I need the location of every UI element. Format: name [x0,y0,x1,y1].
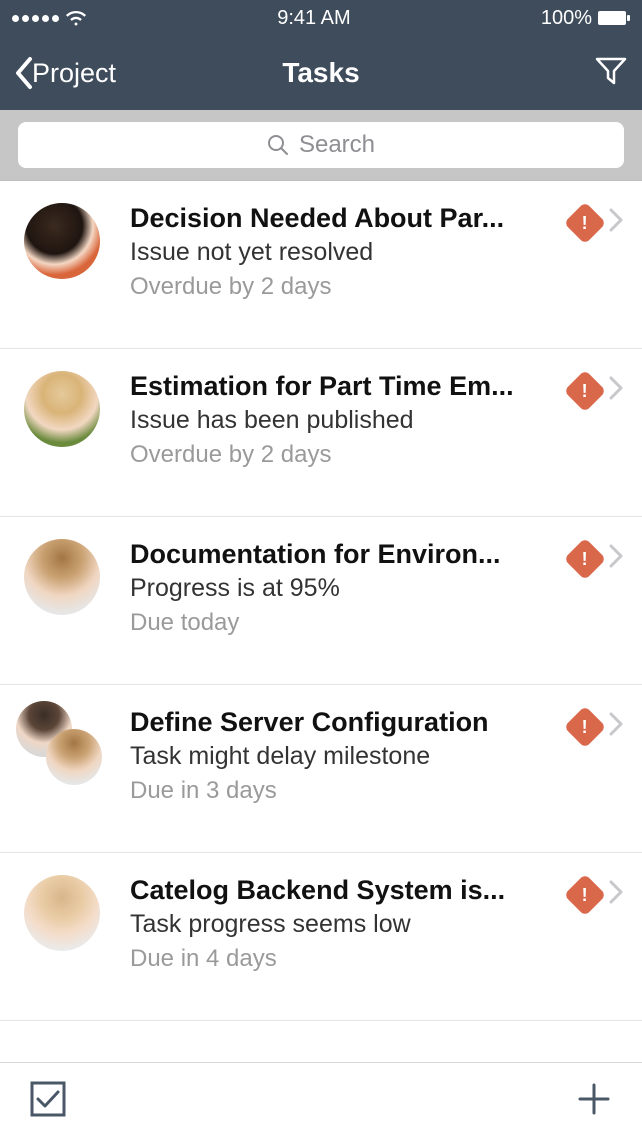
nav-bar: Project Tasks [0,36,642,110]
task-row[interactable]: Documentation for Environ... Progress is … [0,517,642,685]
task-row[interactable]: Define Server Configuration Task might de… [0,685,642,853]
task-meta: Due in 3 days [130,777,560,805]
search-input[interactable]: Search [18,122,624,168]
task-right: ! [570,371,624,406]
alert-icon: ! [564,537,606,579]
task-content: Catelog Backend System is... Task progres… [130,875,560,973]
task-content: Decision Needed About Par... Issue not ye… [130,203,560,301]
chevron-right-icon [608,879,624,910]
page-title: Tasks [282,57,359,89]
avatar [24,707,100,783]
chevron-right-icon [608,543,624,574]
back-button[interactable]: Project [14,56,116,90]
task-subtitle: Issue has been published [130,406,560,435]
alert-icon: ! [564,201,606,243]
search-placeholder: Search [299,131,375,159]
task-right: ! [570,875,624,910]
filter-button[interactable] [594,54,628,93]
task-subtitle: Progress is at 95% [130,574,560,603]
add-button[interactable] [574,1079,614,1124]
alert-icon: ! [564,705,606,747]
task-title: Documentation for Environ... [130,539,560,570]
task-meta: Overdue by 2 days [130,273,560,301]
checklist-button[interactable] [28,1079,68,1124]
task-content: Documentation for Environ... Progress is … [130,539,560,637]
plus-icon [574,1079,614,1119]
alert-icon: ! [564,369,606,411]
task-meta: Overdue by 2 days [130,441,560,469]
avatar [24,875,100,951]
avatar [24,203,100,279]
search-bar-container: Search [0,110,642,181]
filter-icon [594,54,628,88]
task-right: ! [570,539,624,574]
status-left [12,10,87,26]
status-right: 100% [541,7,630,30]
search-icon [267,134,289,156]
back-label: Project [32,58,116,89]
chevron-right-icon [608,375,624,406]
chevron-right-icon [608,711,624,742]
task-title: Define Server Configuration [130,707,560,738]
task-meta: Due in 4 days [130,945,560,973]
task-subtitle: Task might delay milestone [130,742,560,771]
task-meta: Due today [130,609,560,637]
checkbox-icon [28,1079,68,1119]
task-list: Decision Needed About Par... Issue not ye… [0,181,642,1021]
signal-dots-icon [12,15,59,22]
task-row[interactable]: Estimation for Part Time Em... Issue has … [0,349,642,517]
wifi-icon [65,10,87,26]
task-title: Catelog Backend System is... [130,875,560,906]
task-content: Define Server Configuration Task might de… [130,707,560,805]
battery-percent: 100% [541,7,592,30]
avatar [24,371,100,447]
battery-icon [598,11,630,25]
task-title: Estimation for Part Time Em... [130,371,560,402]
alert-icon: ! [564,873,606,915]
status-time: 9:41 AM [277,7,350,30]
task-title: Decision Needed About Par... [130,203,560,234]
task-right: ! [570,707,624,742]
bottom-toolbar [0,1062,642,1140]
avatar [24,539,100,615]
status-bar: 9:41 AM 100% [0,0,642,36]
task-subtitle: Task progress seems low [130,910,560,939]
task-content: Estimation for Part Time Em... Issue has … [130,371,560,469]
task-row[interactable]: Decision Needed About Par... Issue not ye… [0,181,642,349]
task-row[interactable]: Catelog Backend System is... Task progres… [0,853,642,1021]
chevron-right-icon [608,207,624,238]
task-subtitle: Issue not yet resolved [130,238,560,267]
task-right: ! [570,203,624,238]
